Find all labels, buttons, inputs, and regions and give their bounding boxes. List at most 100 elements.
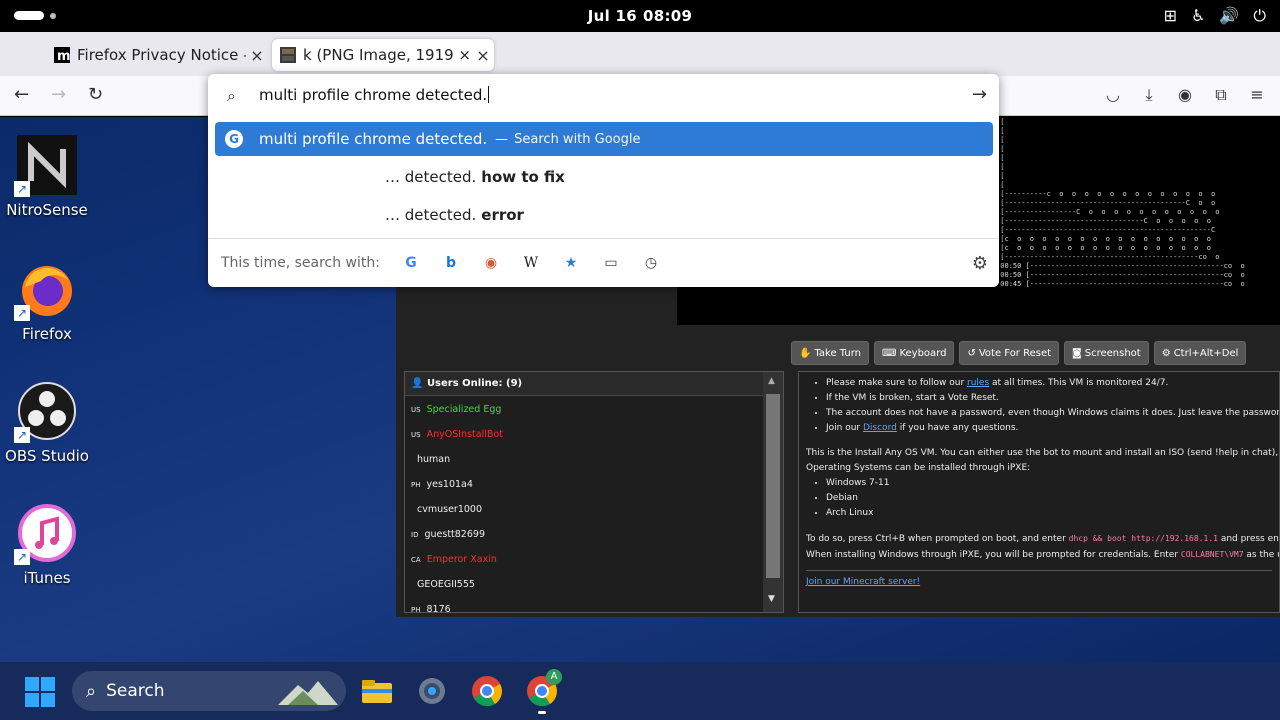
firefox-icon: ↗ bbox=[14, 259, 77, 321]
history-clock-icon[interactable]: ◷ bbox=[642, 254, 660, 272]
taskbar: ⌕ Search A bbox=[0, 662, 1280, 720]
wikipedia-icon[interactable]: W bbox=[522, 254, 540, 272]
discord-link[interactable]: Discord bbox=[863, 423, 897, 433]
suggestion-prefix: … detected. bbox=[385, 206, 477, 224]
desktop-icon-firefox[interactable]: ↗ Firefox bbox=[1, 259, 93, 343]
search-highlight-image bbox=[278, 681, 338, 705]
info-text: and press ente bbox=[1220, 534, 1279, 544]
clock[interactable]: Jul 16 08:09 bbox=[0, 7, 1280, 25]
gear-icon: ⚙ bbox=[1161, 347, 1171, 359]
volume-icon: 🔊 bbox=[1219, 6, 1240, 25]
rule-text: at all times. This VM is monitored 24/7. bbox=[989, 378, 1169, 388]
rules-link[interactable]: rules bbox=[967, 378, 989, 388]
suggestion-completion: how to fix bbox=[481, 168, 565, 186]
google-icon[interactable]: G bbox=[402, 254, 420, 272]
clock-date: Jul 16 bbox=[587, 7, 638, 25]
desktop-icon-itunes[interactable]: ↗ iTunes bbox=[1, 503, 93, 587]
rule-item: Please make sure to follow our rules at … bbox=[826, 376, 1272, 391]
suggestion-search-google[interactable]: G multi profile chrome detected. — Searc… bbox=[215, 122, 993, 156]
keyboard-icon: ⌨ bbox=[882, 347, 897, 359]
info-text: as the use bbox=[1246, 550, 1279, 560]
desktop-icon-label: iTunes bbox=[23, 569, 71, 587]
user-row[interactable]: US AnyOSInstallBot bbox=[405, 421, 783, 446]
suggestion-item[interactable]: … detected. how to fix bbox=[215, 160, 993, 194]
urlbar[interactable]: ⌕ multi profile chrome detected. → bbox=[208, 74, 999, 118]
users-online-panel: 👤 Users Online: (9) US Specialized Egg US A… bbox=[404, 371, 784, 613]
keyboard-button[interactable]: ⌨ Keyboard bbox=[874, 341, 955, 365]
go-button[interactable]: → bbox=[972, 84, 987, 105]
file-explorer-icon[interactable] bbox=[361, 675, 393, 707]
screenshot-button[interactable]: ◙ Screenshot bbox=[1064, 341, 1149, 365]
menu-icon[interactable]: ≡ bbox=[1248, 85, 1266, 105]
profile-badge: A bbox=[546, 669, 562, 685]
rule-item: Join our Discord if you have any questio… bbox=[826, 421, 1272, 436]
reload-button[interactable]: ↻ bbox=[88, 84, 103, 105]
os-item: Debian bbox=[826, 491, 1272, 506]
scrollbar-thumb[interactable] bbox=[766, 394, 780, 578]
bookmarks-star-icon[interactable]: ★ bbox=[562, 254, 580, 272]
urlbar-input-text: multi profile chrome detected. bbox=[259, 86, 488, 104]
user-row[interactable]: human bbox=[405, 446, 783, 471]
pocket-icon[interactable]: ◡ bbox=[1104, 85, 1122, 105]
vm-controls: ✋ Take Turn ⌨ Keyboard ↺ Vote For Reset ◙ Sc… bbox=[791, 341, 1247, 365]
gear-icon[interactable]: ⚙ bbox=[972, 253, 988, 274]
user-row[interactable]: PH 8176 bbox=[405, 596, 783, 613]
username: 8176 bbox=[426, 604, 451, 613]
google-icon: G bbox=[225, 130, 243, 148]
user-row[interactable]: US Specialized Egg bbox=[405, 396, 783, 421]
desktop-icon-obs-studio[interactable]: ↗ OBS Studio bbox=[1, 381, 93, 465]
forward-button[interactable]: → bbox=[51, 84, 66, 105]
shortcut-arrow-icon: ↗ bbox=[14, 181, 30, 197]
username: cvmuser1000 bbox=[417, 504, 482, 515]
suggestion-prefix: … detected. bbox=[385, 168, 477, 186]
take-turn-button[interactable]: ✋ Take Turn bbox=[791, 341, 870, 365]
tab-firefox-privacy-notice[interactable]: m Firefox Privacy Notice — × bbox=[46, 39, 268, 71]
country-code: US bbox=[411, 431, 421, 439]
system-tray[interactable]: ⊞ ♿ 🔊 ⏻ bbox=[1164, 6, 1266, 26]
ctrl-alt-del-button[interactable]: ⚙ Ctrl+Alt+Del bbox=[1153, 341, 1247, 365]
rules-list: Please make sure to follow our rules at … bbox=[806, 376, 1279, 436]
user-row[interactable]: CA Emperor Xaxin bbox=[405, 546, 783, 571]
username: yes101a4 bbox=[426, 479, 473, 490]
itunes-icon: ↗ bbox=[14, 503, 77, 565]
urlbar-input[interactable]: multi profile chrome detected. bbox=[259, 86, 490, 104]
chrome-profile-taskbar-button[interactable]: A bbox=[526, 669, 562, 714]
user-list-scrollbar[interactable]: ▲ ▼ bbox=[763, 372, 783, 612]
settings-icon[interactable] bbox=[416, 675, 448, 707]
country-code: PH bbox=[411, 481, 421, 489]
info-paragraph: When installing Windows through iPXE, yo… bbox=[806, 547, 1279, 563]
extensions-icon[interactable]: ⧉ bbox=[1212, 85, 1230, 105]
user-row[interactable]: GEOEGII555 bbox=[405, 571, 783, 596]
user-row[interactable]: PH yes101a4 bbox=[405, 471, 783, 496]
downloads-icon[interactable]: ⤓ bbox=[1140, 85, 1158, 105]
windows-start-icon[interactable] bbox=[25, 677, 55, 707]
vote-for-reset-button[interactable]: ↺ Vote For Reset bbox=[959, 341, 1060, 365]
shortcut-arrow-icon: ↗ bbox=[14, 427, 30, 443]
power-icon: ⏻ bbox=[1253, 6, 1266, 25]
user-row[interactable]: cvmuser1000 bbox=[405, 496, 783, 521]
duckduckgo-icon[interactable]: ◉ bbox=[482, 254, 500, 272]
credential-code: COLLABNET\VM7 bbox=[1180, 550, 1244, 559]
username: Specialized Egg bbox=[426, 404, 502, 415]
username: AnyOSInstallBot bbox=[426, 429, 503, 440]
gnome-top-bar: Jul 16 08:09 ⊞ ♿ 🔊 ⏻ bbox=[0, 0, 1280, 32]
user-icon: 👤 bbox=[411, 378, 424, 389]
tab-close-button[interactable]: × bbox=[472, 46, 494, 65]
user-row[interactable]: ID guestt82699 bbox=[405, 521, 783, 546]
tabs-icon[interactable]: ▭ bbox=[602, 254, 620, 272]
tab-png-image[interactable]: k (PNG Image, 1919 × 107 × bbox=[272, 39, 494, 71]
desktop-icon-nitrosense[interactable]: ↗ NitroSense bbox=[1, 135, 93, 219]
account-icon[interactable]: ◉ bbox=[1176, 85, 1194, 105]
bing-icon[interactable]: b bbox=[442, 254, 460, 272]
minecraft-link[interactable]: Join our Minecraft server! bbox=[806, 577, 920, 587]
suggestion-item[interactable]: … detected. error bbox=[215, 198, 993, 232]
taskbar-search-box[interactable]: ⌕ Search bbox=[72, 671, 346, 711]
back-button[interactable]: ← bbox=[14, 84, 29, 105]
desktop-icon-label: NitroSense bbox=[6, 201, 88, 219]
chrome-icon[interactable] bbox=[471, 675, 503, 707]
tab-close-button[interactable]: × bbox=[246, 46, 268, 65]
os-item: Arch Linux bbox=[826, 506, 1272, 521]
scroll-down-icon[interactable]: ▼ bbox=[768, 594, 775, 604]
scroll-up-icon[interactable]: ▲ bbox=[768, 376, 775, 386]
tab-strip: ▭ m Firefox Privacy Notice — × k (PNG Im… bbox=[0, 32, 1280, 98]
